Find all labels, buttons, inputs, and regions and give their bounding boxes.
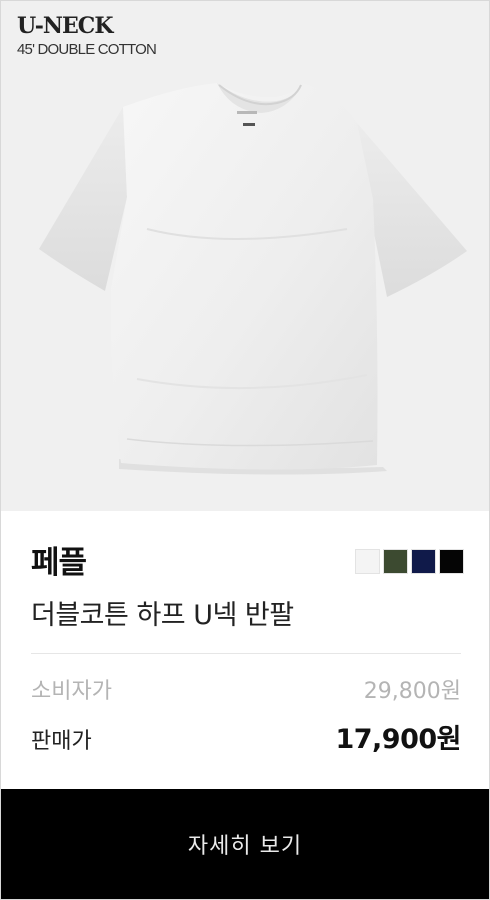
divider: [31, 653, 461, 654]
hero-title: U-NECK: [17, 13, 113, 39]
color-swatches: [355, 549, 464, 574]
hero-subtitle: 45' DOUBLE COTTON: [17, 41, 157, 58]
product-image[interactable]: U-NECK 45' DOUBLE COTTON: [1, 1, 489, 511]
brand-name: 페플: [31, 545, 87, 581]
sale-price-row: 판매가 17,900원: [31, 717, 461, 756]
sale-price: 17,900원: [335, 724, 461, 755]
swatch-olive[interactable]: [383, 549, 408, 574]
swatch-white[interactable]: [355, 549, 380, 574]
tshirt-image: [39, 83, 467, 475]
retail-price: 29,800원: [363, 679, 461, 704]
product-info: 페플 더블코튼 하프 U넥 반팔 소비자가 29,800원 판매가 17,900…: [1, 511, 489, 789]
swatch-black[interactable]: [439, 549, 464, 574]
retail-price-label: 소비자가: [31, 679, 112, 704]
product-name: 더블코튼 하프 U넥 반팔: [31, 600, 294, 631]
product-card[interactable]: U-NECK 45' DOUBLE COTTON 페플 더블코튼 하프 U넥 반…: [0, 0, 490, 900]
sale-price-label: 판매가: [31, 729, 92, 754]
swatch-navy[interactable]: [411, 549, 436, 574]
retail-price-row: 소비자가 29,800원: [31, 673, 461, 705]
view-details-button[interactable]: 자세히 보기: [1, 789, 489, 899]
